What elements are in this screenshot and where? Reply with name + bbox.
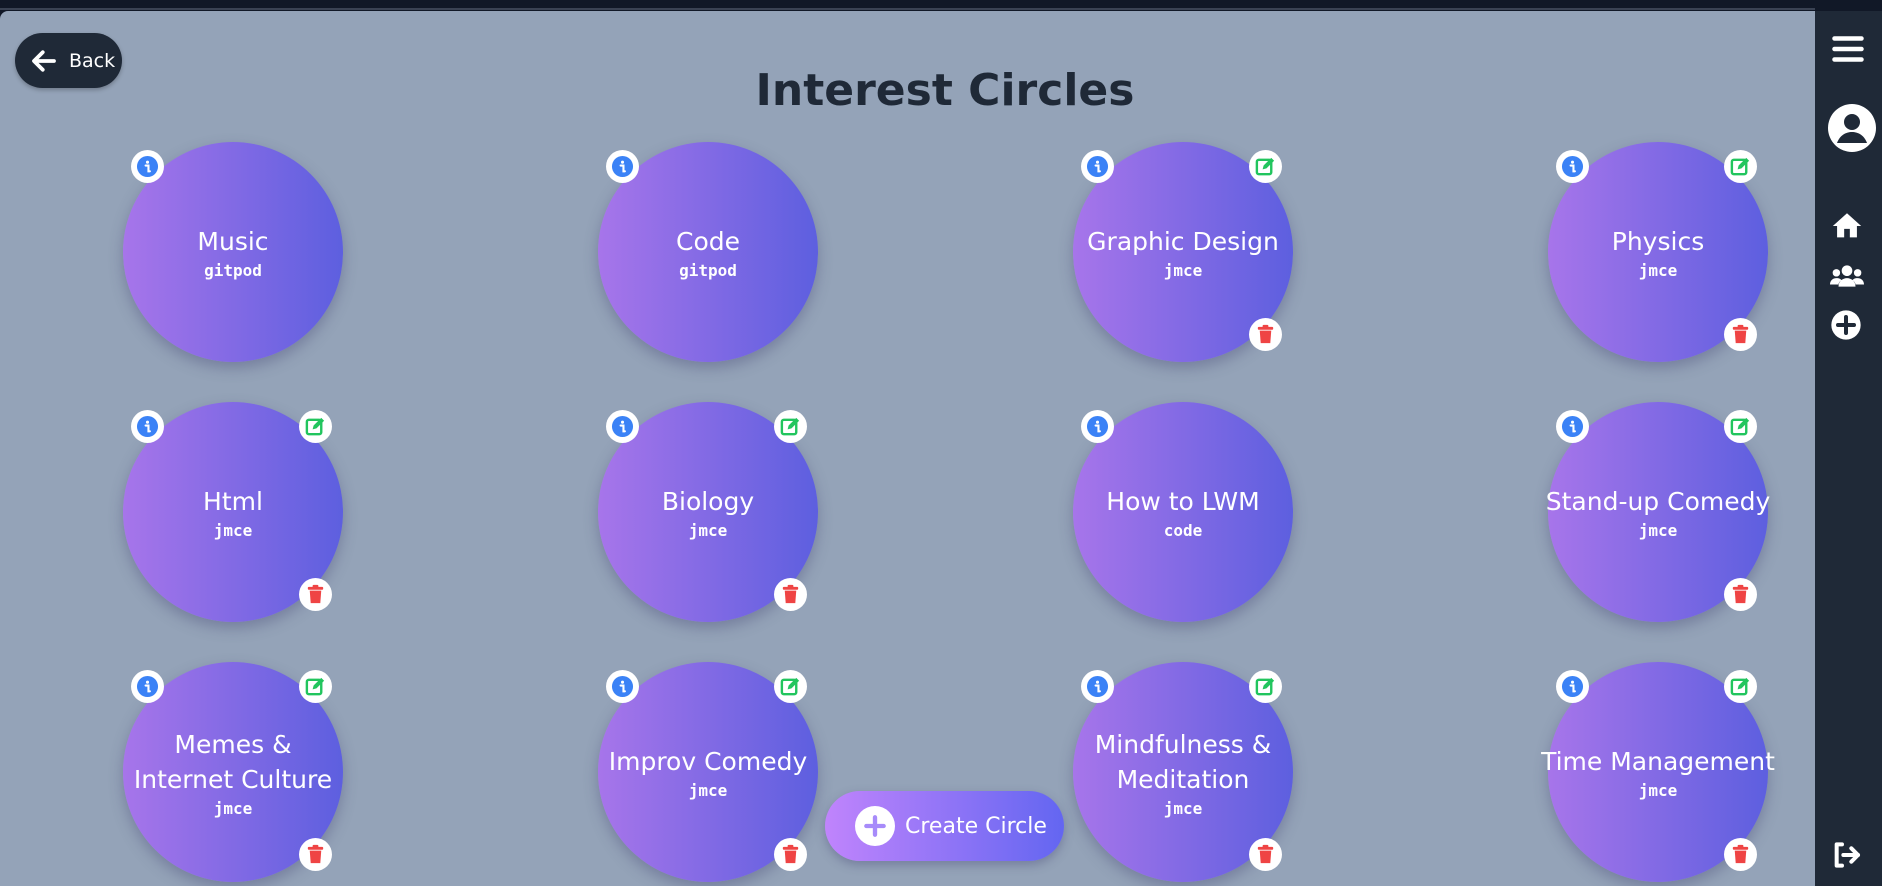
- circle-owner: gitpod: [679, 261, 737, 280]
- circle-owner: jmce: [688, 781, 728, 800]
- circle-owner: jmce: [1163, 261, 1203, 280]
- circle-card[interactable]: Code gitpod: [598, 142, 818, 362]
- info-icon[interactable]: [1081, 150, 1114, 183]
- main-content: Back Interest Circles Music gitpod Code git…: [0, 11, 1815, 886]
- edit-icon[interactable]: [774, 670, 807, 703]
- menu-icon[interactable]: [1830, 31, 1866, 67]
- circle-owner: jmce: [1638, 781, 1678, 800]
- circle-owner: jmce: [1638, 521, 1678, 540]
- circle-name: Music: [197, 227, 269, 256]
- circle-owner: jmce: [688, 521, 728, 540]
- circle-name: Code: [675, 227, 740, 256]
- create-circle-button[interactable]: Create Circle: [825, 791, 1064, 861]
- circle-card[interactable]: Music gitpod: [123, 142, 343, 362]
- info-icon[interactable]: [1556, 150, 1589, 183]
- edit-icon[interactable]: [1249, 150, 1282, 183]
- circle-owner: jmce: [213, 798, 253, 818]
- circle-card[interactable]: Graphic Design jmce: [1073, 142, 1293, 362]
- trash-icon[interactable]: [1249, 318, 1282, 351]
- circle-name: Mindfulness & Meditation: [1094, 729, 1272, 794]
- circle-owner: gitpod: [204, 261, 262, 280]
- users-icon[interactable]: [1830, 259, 1864, 293]
- edit-icon[interactable]: [1724, 670, 1757, 703]
- edit-icon[interactable]: [1724, 150, 1757, 183]
- info-icon[interactable]: [606, 670, 639, 703]
- circle-card[interactable]: Physics jmce: [1548, 142, 1768, 362]
- plus-circle-icon: [855, 806, 895, 846]
- trash-icon[interactable]: [1724, 838, 1757, 871]
- info-icon[interactable]: [606, 150, 639, 183]
- trash-icon[interactable]: [1724, 318, 1757, 351]
- circle-name: Physics: [1611, 227, 1705, 256]
- info-icon[interactable]: [1081, 670, 1114, 703]
- circle-card[interactable]: Biology jmce: [598, 402, 818, 622]
- edit-icon[interactable]: [1249, 670, 1282, 703]
- circle-card[interactable]: Html jmce: [123, 402, 343, 622]
- edit-icon[interactable]: [299, 670, 332, 703]
- trash-icon[interactable]: [774, 838, 807, 871]
- circle-card[interactable]: How to LWM code: [1073, 402, 1293, 622]
- info-icon[interactable]: [1556, 410, 1589, 443]
- circle-card[interactable]: Improv Comedy jmce: [598, 662, 818, 882]
- create-circle-label: Create Circle: [905, 813, 1047, 839]
- edit-icon[interactable]: [774, 410, 807, 443]
- plus-circle-icon[interactable]: [1830, 309, 1862, 341]
- info-icon[interactable]: [131, 410, 164, 443]
- edit-icon[interactable]: [299, 410, 332, 443]
- circle-name: How to LWM: [1106, 487, 1260, 516]
- circle-name: Improv Comedy: [608, 747, 808, 776]
- circle-card[interactable]: Mindfulness & Meditation jmce: [1073, 662, 1293, 882]
- circle-owner: jmce: [1163, 798, 1203, 818]
- circle-name: Html: [203, 487, 263, 516]
- trash-icon[interactable]: [299, 838, 332, 871]
- trash-icon[interactable]: [299, 578, 332, 611]
- home-icon[interactable]: [1830, 209, 1864, 243]
- circle-name: Time Management: [1541, 747, 1775, 776]
- trash-icon[interactable]: [1724, 578, 1757, 611]
- info-icon[interactable]: [606, 410, 639, 443]
- circle-name: Stand-up Comedy: [1545, 487, 1771, 516]
- circle-owner: code: [1163, 521, 1203, 540]
- circle-name: Memes & Internet Culture: [133, 729, 333, 794]
- circle-owner: jmce: [213, 521, 253, 540]
- circle-owner: jmce: [1638, 261, 1678, 280]
- circle-name: Biology: [661, 487, 755, 516]
- user-avatar-icon[interactable]: [1827, 103, 1877, 153]
- sidebar: [1815, 11, 1882, 886]
- trash-icon[interactable]: [1249, 838, 1282, 871]
- edit-icon[interactable]: [1724, 410, 1757, 443]
- circle-card[interactable]: Memes & Internet Culture jmce: [123, 662, 343, 882]
- trash-icon[interactable]: [774, 578, 807, 611]
- logout-icon[interactable]: [1830, 839, 1862, 871]
- circle-card[interactable]: Time Management jmce: [1541, 662, 1775, 882]
- circle-card[interactable]: Stand-up Comedy jmce: [1546, 402, 1770, 622]
- info-icon[interactable]: [131, 670, 164, 703]
- info-icon[interactable]: [131, 150, 164, 183]
- circle-name: Graphic Design: [1087, 227, 1279, 256]
- window-top-bar: [0, 0, 1882, 11]
- info-icon[interactable]: [1556, 670, 1589, 703]
- page-title: Interest Circles: [755, 65, 1135, 116]
- info-icon[interactable]: [1081, 410, 1114, 443]
